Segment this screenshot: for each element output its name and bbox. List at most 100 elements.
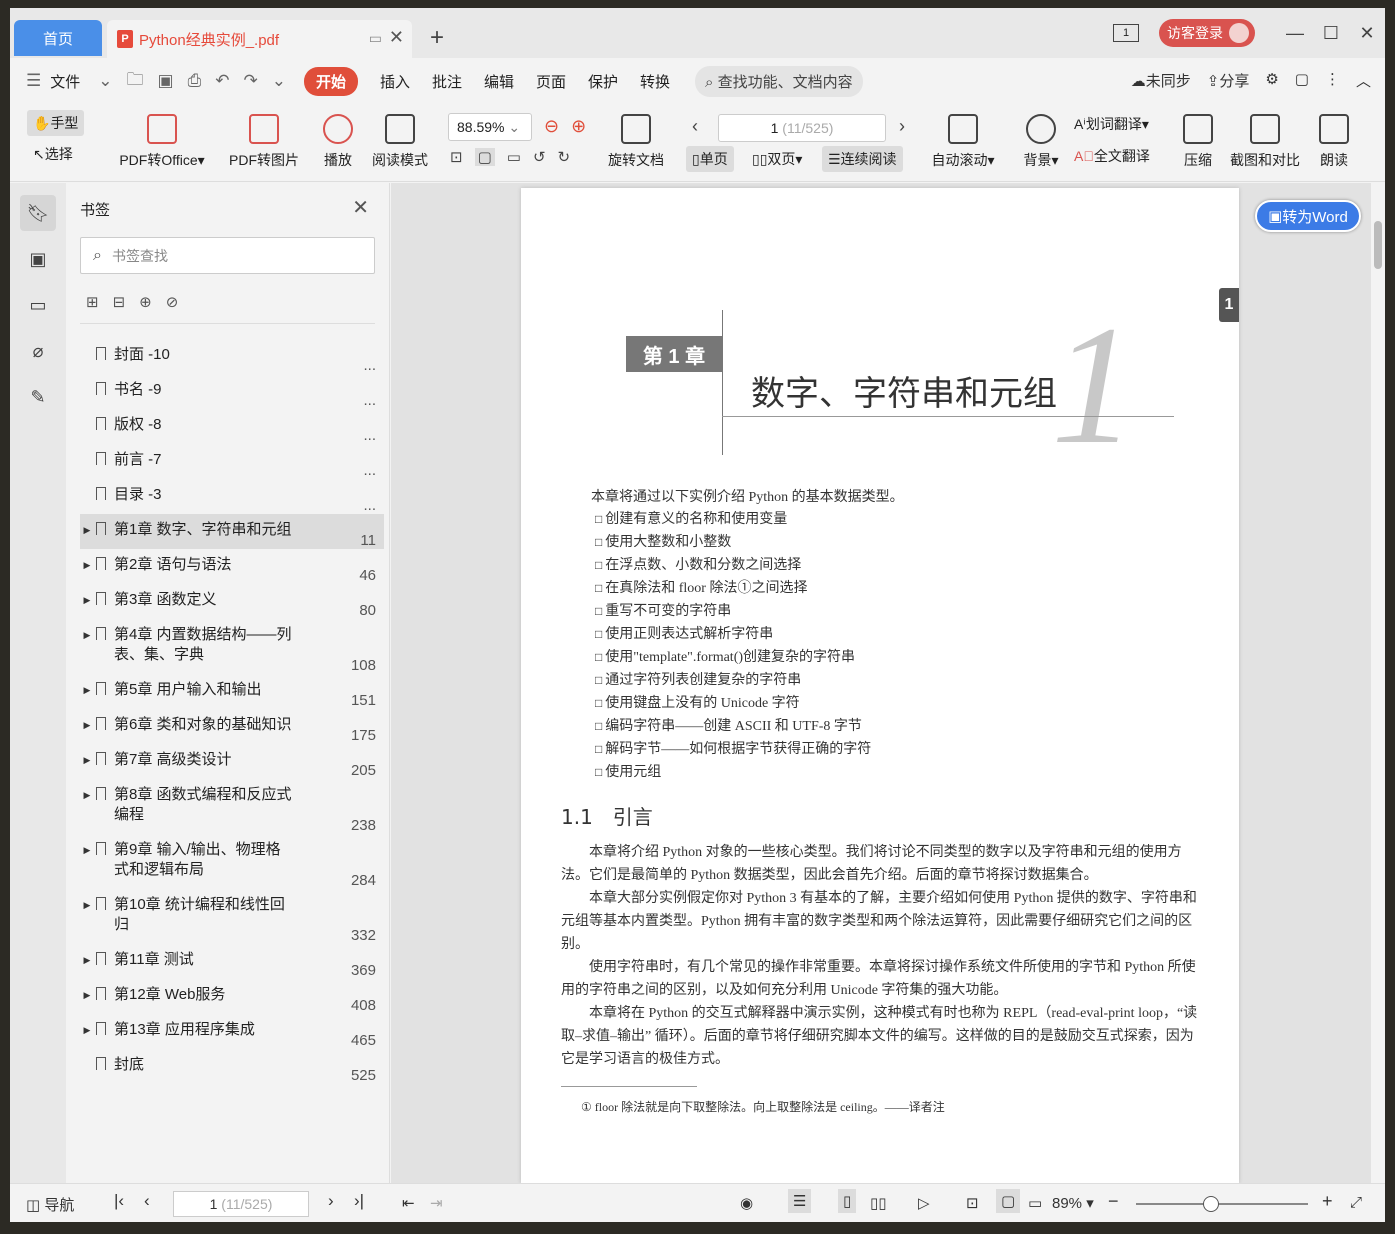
compress-button[interactable]: 压缩 — [1180, 114, 1216, 170]
actual-size-icon[interactable]: ⊡ — [966, 1194, 979, 1212]
expand-arrow-icon[interactable]: ▶ — [80, 590, 94, 606]
page-count-icon[interactable]: 1 — [1113, 24, 1139, 42]
bookmark-panel-icon[interactable]: 🔖︎ — [20, 195, 56, 231]
read-mode-button[interactable]: 阅读模式 — [368, 114, 432, 170]
last-page-icon[interactable]: ›| — [354, 1191, 364, 1211]
screenshot-compare-button[interactable]: 截图和对比 — [1226, 114, 1304, 170]
next-page-icon[interactable]: › — [328, 1191, 334, 1211]
page-number-input[interactable]: 1 (11/525) — [718, 114, 886, 142]
back-icon[interactable]: ⇤ — [402, 1194, 415, 1212]
expand-arrow-icon[interactable]: ▶ — [80, 895, 94, 911]
convert-to-word-button[interactable]: ▣ 转为Word — [1255, 200, 1361, 232]
bookmark-item[interactable]: ▶ 第2章 语句与语法 46 — [80, 549, 384, 584]
bookmark-item[interactable]: 封底 525 — [80, 1049, 384, 1084]
bookmark-item[interactable]: 目录 -3... — [80, 479, 384, 514]
expand-arrow-icon[interactable]: ▶ — [80, 1020, 94, 1036]
expand-arrow-icon[interactable]: ▶ — [80, 625, 94, 641]
prev-page-icon[interactable]: ‹ — [144, 1191, 150, 1211]
fit-width-icon[interactable]: ▭ — [1028, 1194, 1042, 1212]
bookmark-item[interactable]: 版权 -8... — [80, 409, 384, 444]
expand-arrow-icon[interactable]: ▶ — [80, 785, 94, 801]
double-page-mode-icon[interactable]: ▯▯ — [870, 1194, 887, 1212]
maximize-icon[interactable]: ☐ — [1313, 23, 1349, 44]
close-panel-icon[interactable]: ✕ — [352, 195, 369, 220]
menu-start[interactable]: 开始 — [303, 66, 358, 96]
redo-icon[interactable]: ↷ — [243, 71, 257, 91]
actual-size-icon[interactable]: ⊡ — [450, 148, 463, 166]
expand-arrow-icon[interactable]: ▶ — [80, 555, 94, 571]
login-button[interactable]: 访客登录 — [1159, 19, 1255, 47]
sync-status[interactable]: ☁未同步 — [1131, 70, 1191, 91]
status-page-input[interactable]: 1 (11/525) — [173, 1191, 309, 1217]
bookmark-search-input[interactable]: ⌕ 书签查找 — [80, 237, 375, 274]
zoom-select[interactable]: 88.59% ⌄ — [448, 113, 532, 141]
thumbnail-icon[interactable]: ▣ — [20, 241, 56, 277]
signature-icon[interactable]: ✎ — [20, 379, 56, 415]
next-page-icon[interactable]: › — [899, 116, 905, 137]
menu-convert[interactable]: 转换 — [640, 71, 670, 92]
forward-icon[interactable]: ⇥ — [430, 1194, 443, 1212]
menu-edit[interactable]: 编辑 — [484, 71, 514, 92]
full-translate-button[interactable]: A⃞ 全文翻译 — [1074, 146, 1150, 166]
save-icon[interactable]: ▣ — [158, 71, 174, 91]
scrollbar-thumb[interactable] — [1374, 221, 1382, 269]
expand-arrow-icon[interactable]: ▶ — [80, 520, 94, 536]
bookmark-item[interactable]: ▶ 第10章 统计编程和线性回归 332 — [80, 889, 384, 944]
continuous-mode-icon[interactable]: ☰ — [788, 1189, 812, 1213]
minimize-icon[interactable]: — — [1277, 23, 1313, 44]
fullscreen-icon[interactable]: ⤢ — [1350, 1194, 1362, 1211]
pdf-to-office-button[interactable]: PDF转Office▾ — [114, 114, 210, 170]
pdf-to-image-button[interactable]: PDF转图片 — [226, 114, 302, 170]
share-button[interactable]: ⇪分享 — [1207, 70, 1250, 91]
open-folder-icon[interactable]: 🗀 — [127, 67, 144, 96]
menu-annotate[interactable]: 批注 — [432, 71, 462, 92]
expand-arrow-icon[interactable]: ▶ — [80, 750, 94, 766]
menu-page[interactable]: 页面 — [536, 71, 566, 92]
fit-page-icon[interactable]: ▢ — [474, 148, 495, 166]
bookmark-item[interactable]: ▶ 第11章 测试 369 — [80, 944, 384, 979]
continuous-read-button[interactable]: ☰ 连续阅读 — [822, 146, 903, 172]
zoom-slider-handle[interactable] — [1203, 1196, 1219, 1212]
bookmark-item[interactable]: 前言 -7... — [80, 444, 384, 479]
hand-tool[interactable]: ✋ 手型 — [27, 110, 85, 136]
menu-protect[interactable]: 保护 — [588, 71, 618, 92]
more-icon[interactable]: ⋮ — [1325, 70, 1340, 91]
expand-all-icon[interactable]: ⊞ — [86, 293, 99, 311]
fit-page-icon[interactable]: ▢ — [996, 1189, 1021, 1213]
print-icon[interactable]: ⎙ — [188, 71, 202, 91]
bookmark-item[interactable]: 书名 -9... — [80, 374, 384, 409]
fit-width-icon[interactable]: ▭ — [507, 148, 521, 166]
document-viewer[interactable]: 1 第 1 章 数字、字符串和元组 本章将通过以下实例介绍 Python 的基本… — [391, 183, 1371, 1183]
expand-arrow-icon[interactable]: ▶ — [80, 715, 94, 731]
bookmark-item[interactable]: 封面 -10... — [80, 339, 384, 374]
first-page-icon[interactable]: |‹ — [114, 1191, 124, 1211]
expand-arrow-icon[interactable]: ▶ — [80, 985, 94, 1001]
undo-icon[interactable]: ↶ — [215, 71, 229, 91]
zoom-in-icon[interactable]: ⊕ — [571, 116, 586, 137]
select-tool[interactable]: ↖ 选择 — [33, 144, 73, 164]
rotate-left-icon[interactable]: ↺ — [533, 148, 546, 166]
play-icon[interactable]: ▷ — [918, 1194, 930, 1212]
chevron-down-icon[interactable]: ⌄ — [98, 71, 112, 91]
zoom-out-icon[interactable]: ⊖ — [544, 116, 559, 137]
vertical-scrollbar[interactable] — [1371, 183, 1385, 1183]
attachment-icon[interactable]: ⌀ — [20, 333, 56, 369]
double-page-button[interactable]: ▯▯ 双页 ▾ — [746, 146, 808, 172]
hamburger-icon[interactable]: ☰ — [26, 71, 41, 91]
bookmark-item[interactable]: ▶ 第3章 函数定义 80 — [80, 584, 384, 619]
bookmark-item[interactable]: ▶ 第4章 内置数据结构——列表、集、字典 108 — [80, 619, 384, 674]
bookmark-item[interactable]: ▶ 第7章 高级类设计 205 — [80, 744, 384, 779]
bookmark-item[interactable]: ▶ 第8章 函数式编程和反应式编程 238 — [80, 779, 384, 834]
tab-document[interactable]: P Python经典实例_.pdf ▭ ✕ — [107, 20, 412, 58]
bookmark-item[interactable]: ▶ 第5章 用户输入和输出 151 — [80, 674, 384, 709]
more-quick-icon[interactable]: ⌄ — [272, 71, 286, 91]
bookmark-item[interactable]: ▶ 第13章 应用程序集成 465 — [80, 1014, 384, 1049]
collapse-all-icon[interactable]: ⊟ — [113, 293, 126, 311]
delete-bookmark-icon[interactable]: ⊘ — [166, 293, 179, 311]
single-page-mode-icon[interactable]: ▯ — [838, 1189, 857, 1213]
navigation-toggle[interactable]: ◫ 导航 — [26, 1194, 74, 1215]
autoscroll-button[interactable]: 自动滚动▾ — [928, 114, 998, 170]
status-zoom-select[interactable]: 89% ▾ — [1052, 1194, 1094, 1212]
rotate-document-button[interactable]: 旋转文档 — [604, 114, 668, 170]
expand-arrow-icon[interactable]: ▶ — [80, 840, 94, 856]
